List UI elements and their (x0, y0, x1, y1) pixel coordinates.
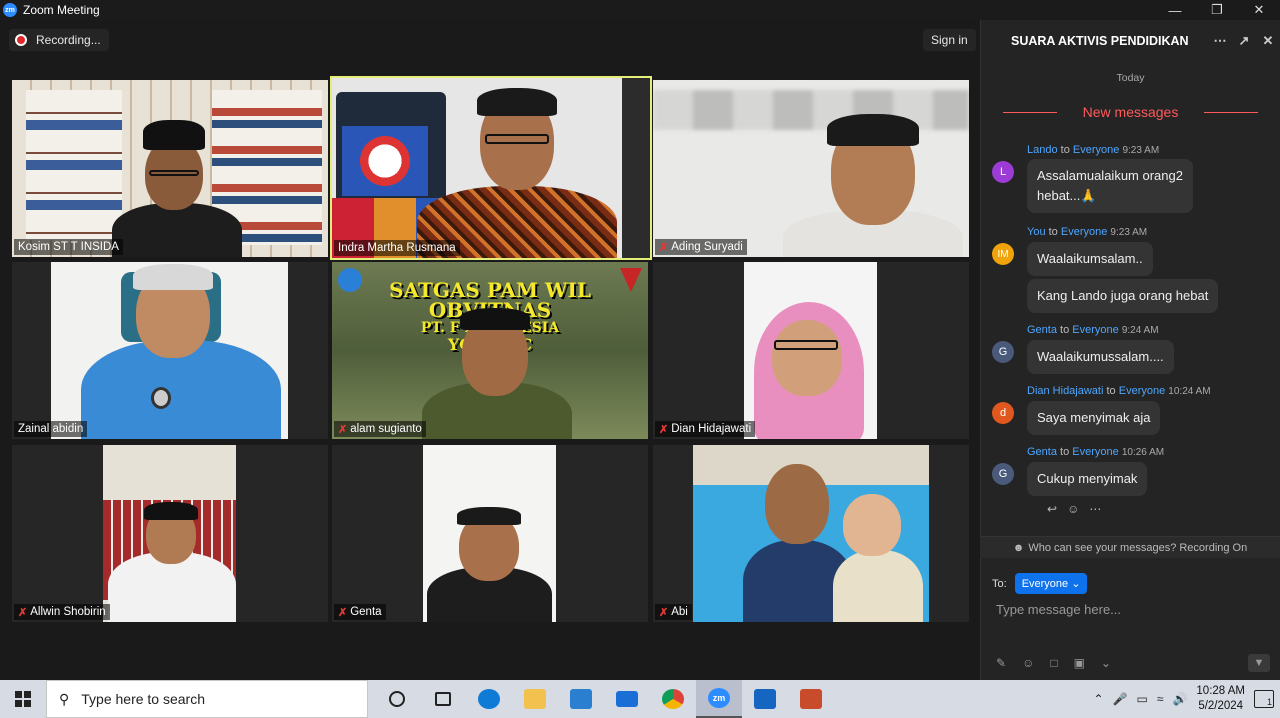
zoom-share-icon[interactable] (742, 680, 788, 718)
powerpoint-icon[interactable] (788, 680, 834, 718)
chat-header: SUARA AKTIVIS PENDIDIKAN ⋯ ↗ ✕ (981, 20, 1280, 62)
message-bubble[interactable]: Waalaikumussalam.... (1027, 340, 1174, 374)
signin-button[interactable]: Sign in (923, 29, 976, 51)
video-tile[interactable]: ✗ Genta (332, 445, 648, 622)
avatar: d (992, 402, 1014, 424)
zoom-app-icon: zm (3, 3, 17, 17)
window-titlebar: zm Zoom Meeting — ❐ ✕ (0, 0, 1280, 20)
volume-icon[interactable]: 🔊 (1172, 692, 1187, 706)
cortana-icon[interactable] (374, 680, 420, 718)
recipient-row: To: Everyone ⌄ (992, 573, 1088, 594)
participant-name-label: Kosim ST T INSIDA (14, 239, 123, 255)
participant-name-label: ✗ Allwin Shobirin (14, 604, 110, 620)
microphone-icon[interactable]: 🎤 (1113, 692, 1128, 706)
video-tile-active-speaker[interactable]: Indra Martha Rusmana (330, 76, 652, 260)
mic-muted-icon: ✗ (659, 241, 669, 254)
mail-icon[interactable] (604, 680, 650, 718)
message-input[interactable]: Type message here... (996, 602, 1121, 617)
edge-icon[interactable] (466, 680, 512, 718)
format-icon[interactable]: ✎ (996, 656, 1006, 670)
video-gallery: Recording... Sign in Kosim ST T INSIDA I… (0, 20, 980, 680)
participant-name-label: ✗ Genta (334, 604, 386, 620)
popout-icon[interactable]: ↗ (1232, 33, 1256, 49)
video-tile[interactable]: SATGAS PAM WIL OBVITNAS PT. F INDONESIA … (332, 262, 648, 439)
avatar: G (992, 341, 1014, 363)
close-icon[interactable]: ✕ (1238, 2, 1280, 18)
more-options-icon[interactable]: ⋯ (1208, 33, 1232, 49)
windows-taskbar: ⚲ Type here to search zm ⌃ 🎤 ▭ ≈ 🔊 10:28… (0, 680, 1280, 718)
window-title: Zoom Meeting (23, 3, 100, 17)
participant-name-label: Indra Martha Rusmana (334, 240, 460, 256)
recording-indicator[interactable]: Recording... (9, 29, 109, 51)
add-reaction-icon[interactable]: ☺ (1067, 502, 1079, 516)
task-view-icon[interactable] (420, 680, 466, 718)
avatar: IM (992, 243, 1014, 265)
chrome-icon[interactable] (650, 680, 696, 718)
video-tile[interactable]: Zainal abidin (12, 262, 328, 439)
chevron-down-icon[interactable]: ⌄ (1101, 656, 1111, 670)
emoji-icon[interactable]: ☺ (1022, 656, 1034, 670)
notification-icon[interactable]: 1 (1254, 690, 1274, 708)
message-bubble[interactable]: Assalamualaikum orang2 hebat...🙏 (1027, 159, 1193, 213)
new-messages-divider: New messages (981, 104, 1280, 120)
mic-muted-icon: ✗ (659, 423, 669, 436)
close-chat-icon[interactable]: ✕ (1256, 33, 1280, 49)
message-bubble[interactable]: Saya menyimak aja (1027, 401, 1161, 435)
people-icon: ☻ (1012, 541, 1025, 554)
message-bubble[interactable]: Waalaikumsalam.. (1027, 242, 1153, 276)
chat-tools: ✎ ☺ □ ▣ ⌄ (996, 656, 1111, 670)
participant-name-label: ✗ Abi (655, 604, 692, 620)
day-separator: Today (1116, 72, 1145, 84)
screenshot-icon[interactable]: ▣ (1074, 656, 1085, 670)
chevron-up-icon[interactable]: ⌃ (1094, 692, 1104, 706)
clock[interactable]: 10:28 AM 5/2/2024 (1196, 684, 1245, 714)
participant-name-label: ✗ Ading Suryadi (655, 239, 747, 255)
store-icon[interactable] (558, 680, 604, 718)
search-icon: ⚲ (59, 690, 70, 707)
mic-muted-icon: ✗ (338, 606, 348, 619)
wifi-icon[interactable]: ≈ (1157, 692, 1164, 706)
visibility-note[interactable]: ☻ Who can see your messages? Recording O… (980, 536, 1280, 558)
to-label: To: (992, 577, 1007, 590)
zoom-taskbar-icon[interactable]: zm (696, 680, 742, 718)
recipient-dropdown[interactable]: Everyone ⌄ (1014, 573, 1088, 594)
mic-muted-icon: ✗ (18, 606, 28, 619)
system-tray: ⌃ 🎤 ▭ ≈ 🔊 10:28 AM 5/2/2024 1 (1094, 680, 1280, 718)
chat-title: SUARA AKTIVIS PENDIDIKAN (1011, 34, 1189, 48)
recording-label: Recording... (36, 33, 101, 47)
avatar: G (992, 463, 1014, 485)
participant-name-label: Zainal abidin (14, 421, 88, 437)
start-button[interactable] (0, 691, 46, 707)
video-tile[interactable]: Kosim ST T INSIDA (12, 80, 328, 257)
video-tile[interactable]: ✗ Ading Suryadi (653, 80, 969, 257)
video-tile[interactable]: ✗ Abi (653, 445, 969, 622)
taskbar-search[interactable]: ⚲ Type here to search (46, 680, 368, 718)
participant-name-label: ✗ alam sugianto (334, 421, 426, 437)
minimize-icon[interactable]: — (1154, 3, 1196, 18)
message-bubble[interactable]: Kang Lando juga orang hebat (1027, 279, 1219, 313)
restore-icon[interactable]: ❐ (1196, 2, 1238, 18)
file-icon[interactable]: □ (1050, 656, 1057, 670)
participant-name-label: ✗ Dian Hidajawati (655, 421, 756, 437)
mic-muted-icon: ✗ (338, 423, 348, 436)
more-icon[interactable]: ⋯ (1089, 502, 1101, 516)
avatar: L (992, 161, 1014, 183)
video-tile[interactable]: ✗ Dian Hidajawati (653, 262, 969, 439)
mic-muted-icon: ✗ (659, 606, 669, 619)
reply-icon[interactable]: ↩ (1047, 502, 1057, 516)
video-tile[interactable]: ✗ Allwin Shobirin (12, 445, 328, 622)
file-explorer-icon[interactable] (512, 680, 558, 718)
battery-icon[interactable]: ▭ (1137, 692, 1148, 706)
message-actions: ↩ ☺ ⋯ (1047, 502, 1101, 516)
message-bubble[interactable]: Cukup menyimak (1027, 462, 1148, 496)
send-button[interactable]: ▼ (1248, 654, 1270, 672)
windows-logo-icon (15, 691, 31, 707)
record-icon (15, 34, 27, 46)
